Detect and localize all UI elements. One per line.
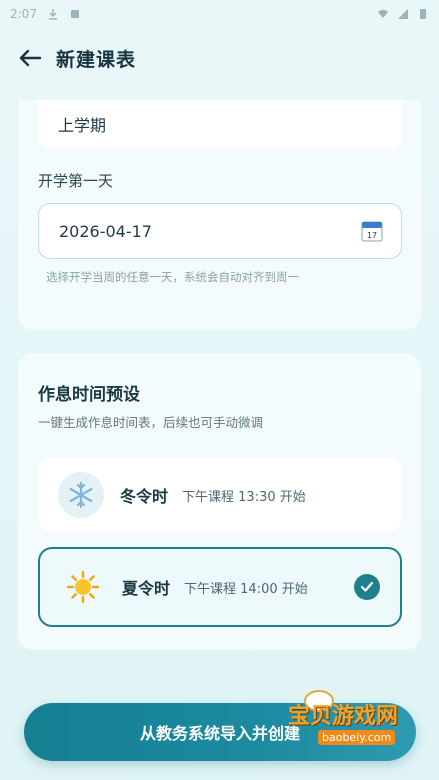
- preset-winter-desc: 下午课程 13:30 开始: [182, 489, 306, 505]
- preset-subtitle: 一键生成作息时间表，后续也可手动微调: [38, 415, 264, 430]
- start-date-field[interactable]: 2026-04-17 17: [38, 203, 402, 259]
- app-header: 新建课表: [0, 36, 439, 80]
- notification-icon: [70, 10, 79, 18]
- preset-summer-desc: 下午课程 14:00 开始: [184, 581, 308, 597]
- status-time: 2:07: [10, 7, 37, 21]
- signal-icon: [398, 9, 408, 19]
- page-title: 新建课表: [56, 48, 137, 71]
- preset-option-summer[interactable]: 夏令时 下午课程 14:00 开始: [38, 547, 402, 627]
- preset-option-winter[interactable]: 冬令时 下午课程 13:30 开始: [38, 458, 402, 532]
- status-bar: 2:07: [0, 0, 439, 28]
- download-icon: [48, 9, 57, 20]
- sun-icon: [60, 564, 106, 610]
- start-day-hint: 选择开学当周的任意一天，系统会自动对齐到周一: [46, 270, 299, 284]
- calendar-day-text: 17: [367, 231, 377, 240]
- semester-select[interactable]: 上学期: [38, 100, 402, 148]
- start-date-value: 2026-04-17: [59, 221, 152, 241]
- preset-summer-name: 夏令时: [122, 579, 171, 598]
- start-day-label: 开学第一天: [38, 172, 114, 190]
- import-from-academic-system-button[interactable]: 从教务系统导入并创建: [24, 703, 416, 761]
- selected-check-icon: [354, 574, 380, 600]
- wifi-icon: [378, 9, 388, 18]
- battery-icon: [420, 9, 426, 19]
- snowflake-icon: [58, 472, 104, 518]
- calendar-icon-graphic: 17: [361, 221, 383, 242]
- preset-winter-name: 冬令时: [120, 487, 169, 506]
- calendar-icon[interactable]: 17: [361, 220, 383, 242]
- back-button[interactable]: [16, 44, 44, 72]
- preset-title: 作息时间预设: [38, 385, 140, 405]
- back-arrow-icon: [19, 49, 42, 67]
